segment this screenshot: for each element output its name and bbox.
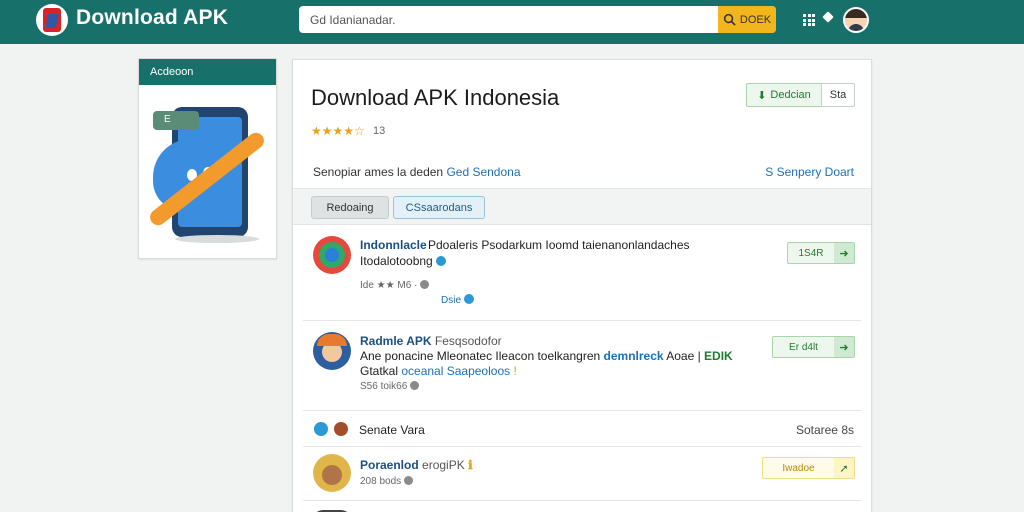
item-meta: Ide ★★ M6 ·	[360, 280, 430, 291]
item-title[interactable]: Indonnlacle	[360, 238, 427, 252]
divider	[303, 500, 861, 501]
tab-bar: Redoaing CSsaarodans	[293, 189, 871, 225]
subtitle-text: Senopiar ames la deden	[313, 165, 447, 179]
download-icon: ⬇	[757, 89, 767, 102]
arrow-icon: ➜	[834, 243, 854, 263]
brand-title[interactable]: Download APK	[76, 6, 228, 30]
download-label: Dedcian	[770, 89, 811, 101]
search-icon	[723, 13, 736, 26]
rating-count: 13	[373, 125, 386, 137]
item-title[interactable]: Poraenlod erogiPK ℹ	[360, 458, 473, 472]
info-icon	[436, 256, 447, 266]
twitter-icon[interactable]	[314, 422, 328, 436]
clock-icon	[403, 476, 413, 485]
sidebar-app-card: Acdeoon E	[138, 58, 277, 259]
tab-reading[interactable]: Redoaing	[311, 196, 389, 219]
arrow-icon: ➚	[834, 458, 854, 478]
section-count[interactable]: Sotaree 8s	[796, 423, 854, 437]
clock-icon	[420, 280, 430, 289]
illustration-shadow	[175, 235, 259, 243]
app-detail-card: Download APK Indonesia ★★★★☆ 13 ⬇ Dedcia…	[292, 59, 872, 512]
item-description: Pdoaleris Psodarkum Ioomd taienanonlanda…	[428, 238, 690, 252]
item-meta: 208 bods	[360, 476, 413, 487]
item-description: Ane ponacine Mleonatec Ileacon toelkangr…	[360, 349, 733, 363]
arrow-icon: ➜	[834, 337, 854, 357]
user-avatar[interactable]	[843, 7, 869, 33]
item-download-button[interactable]: Er d4lt ➜	[772, 336, 855, 358]
item-title[interactable]: Radmle APK Fesqsodofor	[360, 334, 502, 348]
info-icon	[463, 294, 474, 304]
divider	[303, 320, 861, 321]
item-download-button[interactable]: 1S4R ➜	[787, 242, 855, 264]
section-header: Senate Vara Sotaree 8s	[293, 420, 871, 444]
divider	[303, 446, 861, 447]
search-bar: DOEK	[299, 6, 776, 33]
item-download-button[interactable]: Iwadoe ➚	[762, 457, 855, 479]
search-button-label: DOEK	[739, 13, 772, 26]
item-description-2: Gtatkal oceanal Saapeoloos !	[360, 364, 517, 378]
avatar	[334, 422, 348, 436]
rating-stars: ★★★★☆	[311, 124, 365, 138]
tab-selected[interactable]: CSsaarodans	[393, 196, 485, 219]
section-title: Senate Vara	[359, 423, 425, 437]
item-meta: S56 toik66	[360, 381, 420, 392]
search-button[interactable]: DOEK	[718, 6, 776, 33]
item-avatar	[313, 332, 351, 370]
item-avatar	[313, 454, 351, 492]
sidebar-card-title: Acdeoon	[139, 59, 276, 85]
page-title: Download APK Indonesia	[311, 85, 560, 110]
notification-icon[interactable]	[822, 11, 834, 23]
item-description-2: Itodalotoobng	[360, 254, 447, 268]
illustration-badge: E	[153, 111, 199, 130]
item-link[interactable]: Dsie	[441, 294, 474, 306]
search-input[interactable]	[299, 6, 719, 33]
item-avatar	[313, 236, 351, 274]
divider	[303, 410, 861, 411]
top-bar: Download APK DOEK	[0, 0, 1024, 44]
subtitle-link[interactable]: Ged Sendona	[446, 165, 520, 179]
clock-icon	[410, 381, 420, 390]
app-logo-icon[interactable]	[36, 4, 68, 36]
subtitle: Senopiar ames la deden Ged Sendona	[313, 165, 521, 179]
apps-grid-icon[interactable]	[803, 14, 815, 26]
support-link[interactable]: S Senpery Doart	[765, 165, 854, 179]
download-button[interactable]: ⬇ Dedcian	[746, 83, 822, 107]
share-button[interactable]: Sta	[821, 83, 855, 107]
